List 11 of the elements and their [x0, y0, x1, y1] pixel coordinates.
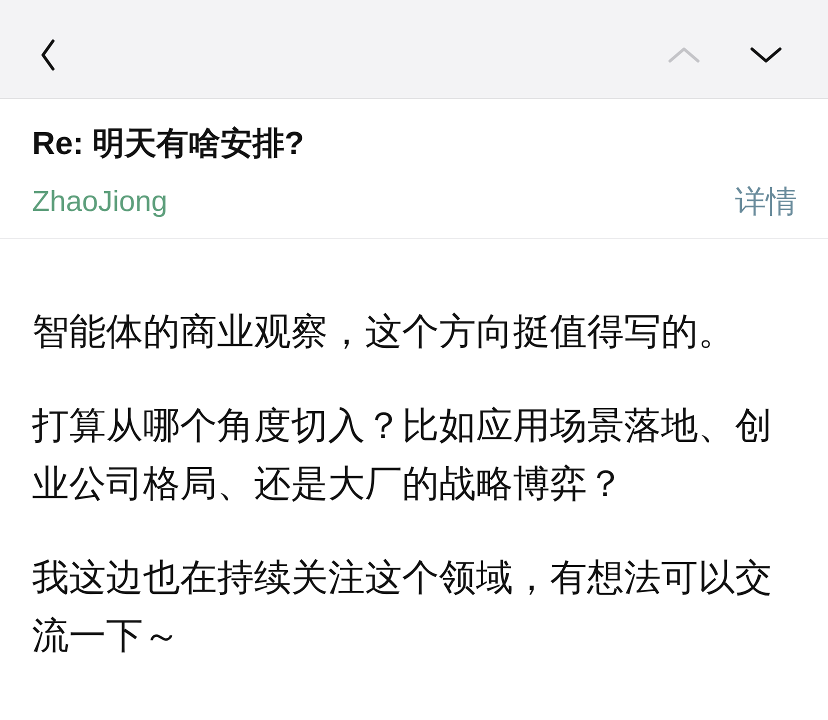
details-link[interactable]: 详情	[735, 182, 797, 222]
body-paragraph: 智能体的商业观察，这个方向挺值得写的。	[32, 310, 736, 354]
next-button[interactable]	[750, 47, 782, 63]
back-button[interactable]	[40, 39, 56, 71]
sender-name[interactable]: ZhaoJiong	[32, 182, 168, 222]
body-paragraph: 打算从哪个角度切入？比如应用场景落地、创业公司格局、还是大厂的战略博弈？	[32, 404, 773, 506]
up-chevron-icon	[668, 47, 700, 63]
body-paragraph: 我这边也在持续关注这个领域，有想法可以交流一下～	[32, 556, 773, 658]
down-chevron-icon	[750, 47, 782, 63]
message-subject: Re: 明天有啥安排?	[32, 124, 305, 163]
back-chevron-icon	[40, 39, 56, 71]
